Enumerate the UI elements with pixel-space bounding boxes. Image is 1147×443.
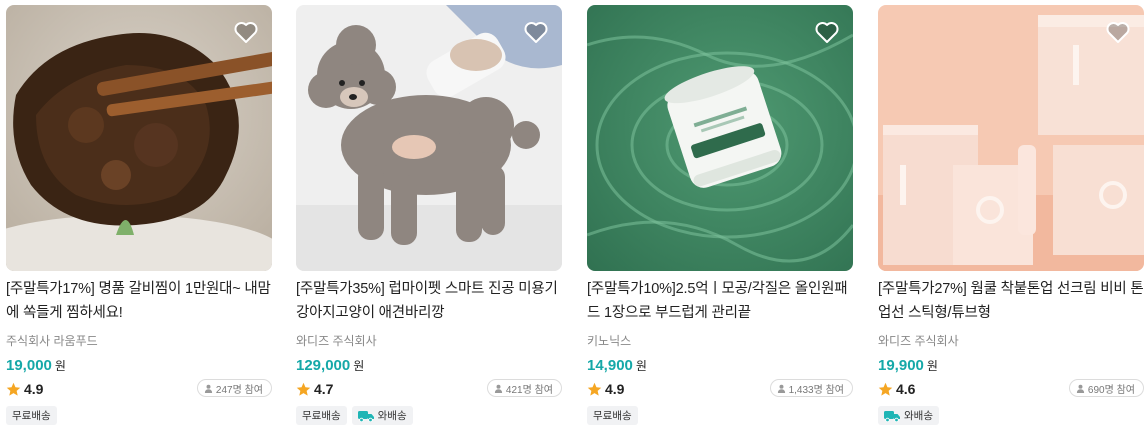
product-image[interactable] bbox=[587, 5, 853, 271]
star-icon bbox=[587, 382, 602, 396]
seller-name: 와디즈 주식회사 bbox=[878, 334, 959, 348]
wabaesong-tag: 와배송 bbox=[878, 406, 939, 425]
seller-name: 주식회사 라움푸드 bbox=[6, 334, 98, 348]
free-shipping-tag: 무료배송 bbox=[587, 406, 638, 425]
heart-icon[interactable] bbox=[524, 21, 548, 43]
currency-label: 원 bbox=[635, 359, 647, 373]
participants-count: 247명 참여 bbox=[215, 384, 263, 396]
product-grid: [주말특가17%] 명품 갈비찜이 1만원대~ 내맘에 쏙들게 찜하세요! 주식… bbox=[0, 0, 1147, 443]
wabaesong-tag: 와배송 bbox=[351, 406, 413, 425]
wabaesong-label: 와배송 bbox=[377, 410, 407, 422]
seller-name: 와디즈 주식회사 bbox=[296, 334, 377, 348]
product-card[interactable]: [주말특가17%] 명품 갈비찜이 1만원대~ 내맘에 쏙들게 찜하세요! 주식… bbox=[6, 5, 272, 435]
currency-label: 원 bbox=[926, 359, 938, 373]
rating: 4.7 bbox=[296, 381, 333, 397]
person-icon bbox=[1076, 384, 1085, 393]
tag-list: 무료배송 bbox=[587, 406, 638, 425]
rating-value: 4.9 bbox=[605, 381, 625, 397]
rating: 4.9 bbox=[6, 381, 43, 397]
heart-icon[interactable] bbox=[234, 21, 258, 43]
person-icon bbox=[777, 384, 785, 393]
participants-badge: 1,433명 참여 bbox=[769, 379, 853, 397]
star-icon bbox=[878, 382, 893, 396]
person-icon bbox=[204, 384, 213, 393]
rating-value: 4.7 bbox=[314, 381, 334, 397]
rating: 4.6 bbox=[878, 381, 915, 397]
pad-jar-in-water-image bbox=[587, 5, 853, 271]
price-amount: 14,900 bbox=[587, 357, 633, 374]
product-title[interactable]: [주말특가10%]2.5억ㅣ모공/각질은 올인원패드 1장으로 부드럽게 관리끝 bbox=[587, 277, 853, 325]
free-shipping-tag: 무료배송 bbox=[296, 406, 347, 425]
product-title[interactable]: [주말특가35%] 럽마이펫 스마트 진공 미용기 강아지고양이 애견바리깡 bbox=[296, 277, 562, 325]
star-icon bbox=[296, 382, 311, 396]
product-card[interactable]: [주말특가27%] 웜쿨 착붙톤업 선크림 비비 톤업선 스틱형/튜브형 와디즈… bbox=[878, 5, 1144, 435]
participants-count: 690명 참여 bbox=[1087, 384, 1135, 396]
tag-list: 무료배송 와배송 bbox=[296, 406, 413, 425]
wabaesong-label: 와배송 bbox=[904, 410, 933, 422]
participants-badge: 247명 참여 bbox=[196, 379, 272, 397]
product-card[interactable]: [주말특가35%] 럽마이펫 스마트 진공 미용기 강아지고양이 애견바리깡 와… bbox=[296, 5, 562, 435]
participants-count: 421명 참여 bbox=[505, 384, 553, 396]
heart-icon[interactable] bbox=[815, 21, 839, 43]
truck-icon bbox=[884, 410, 900, 422]
seller-name: 키노닉스 bbox=[587, 334, 632, 348]
product-image[interactable] bbox=[296, 5, 562, 271]
product-title[interactable]: [주말특가27%] 웜쿨 착붙톤업 선크림 비비 톤업선 스틱형/튜브형 bbox=[878, 277, 1144, 325]
price-amount: 19,900 bbox=[878, 357, 924, 374]
currency-label: 원 bbox=[353, 359, 365, 373]
braised-ribs-image bbox=[6, 5, 272, 271]
rating: 4.9 bbox=[587, 381, 624, 397]
price-amount: 19,000 bbox=[6, 357, 52, 374]
product-card[interactable]: [주말특가10%]2.5억ㅣ모공/각질은 올인원패드 1장으로 부드럽게 관리끝… bbox=[587, 5, 853, 435]
pink-sunscreen-boxes-image bbox=[878, 5, 1144, 271]
price-amount: 129,000 bbox=[296, 357, 351, 374]
product-price: 19,900 원 bbox=[878, 357, 938, 374]
product-price: 129,000 원 bbox=[296, 357, 364, 374]
product-image[interactable] bbox=[6, 5, 272, 271]
rating-value: 4.9 bbox=[24, 381, 44, 397]
rating-value: 4.6 bbox=[896, 381, 916, 397]
tag-list: 와배송 bbox=[878, 406, 939, 425]
heart-icon[interactable] bbox=[1106, 21, 1130, 43]
tag-list: 무료배송 bbox=[6, 406, 57, 425]
poodle-grooming-image bbox=[296, 5, 562, 271]
participants-badge: 690명 참여 bbox=[1068, 379, 1144, 397]
product-image[interactable] bbox=[878, 5, 1144, 271]
participants-badge: 421명 참여 bbox=[486, 379, 562, 397]
truck-icon bbox=[357, 410, 374, 422]
product-price: 14,900 원 bbox=[587, 357, 647, 374]
star-icon bbox=[6, 382, 21, 396]
product-price: 19,000 원 bbox=[6, 357, 66, 374]
participants-count: 1,433명 참여 bbox=[788, 384, 844, 396]
person-icon bbox=[494, 384, 503, 393]
free-shipping-tag: 무료배송 bbox=[6, 406, 57, 425]
product-title[interactable]: [주말특가17%] 명품 갈비찜이 1만원대~ 내맘에 쏙들게 찜하세요! bbox=[6, 277, 272, 325]
currency-label: 원 bbox=[54, 359, 66, 373]
